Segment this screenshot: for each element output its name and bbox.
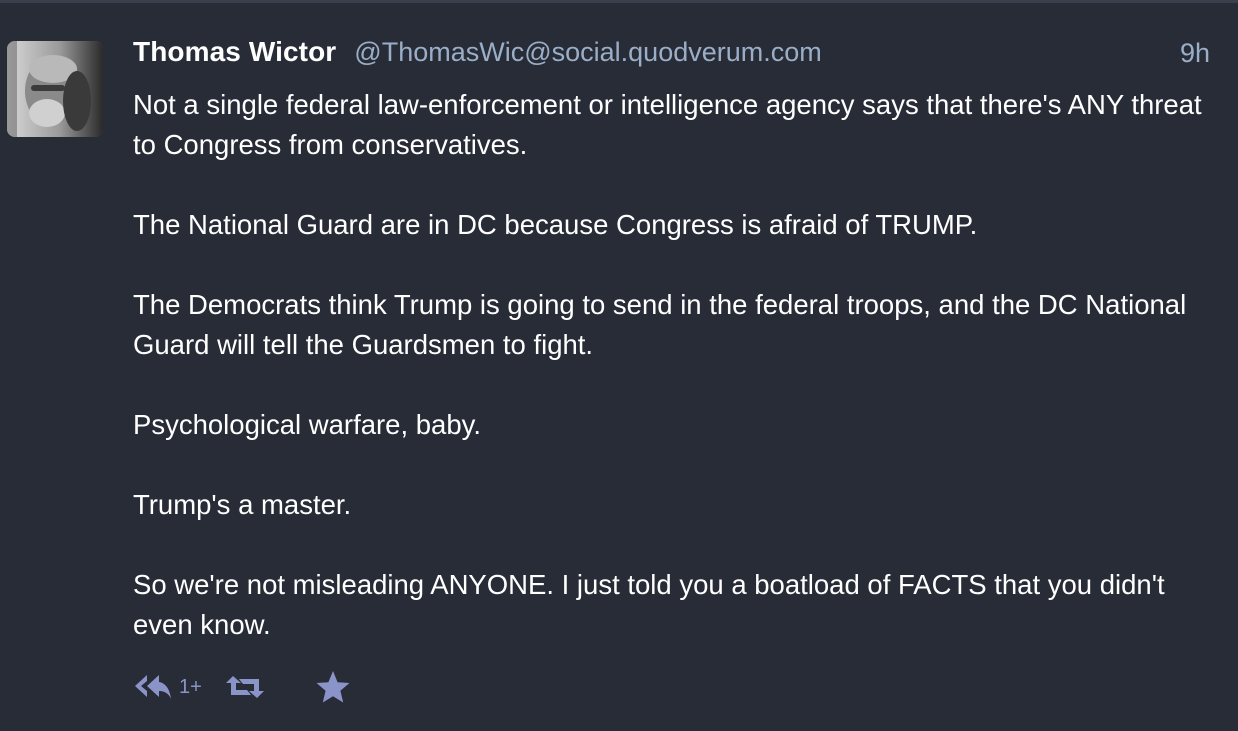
status-card[interactable]: Thomas Wictor @ThomasWic@social.quodverum…	[0, 3, 1238, 731]
star-icon	[316, 671, 350, 703]
status-content: Not a single federal law-enforcement or …	[133, 85, 1223, 645]
paragraph: The National Guard are in DC because Con…	[133, 209, 978, 240]
favourite-button[interactable]	[315, 670, 351, 704]
paragraph: Trump's a master.	[133, 489, 352, 520]
paragraph: Not a single federal law-enforcement or …	[133, 89, 1202, 160]
boost-button[interactable]	[225, 671, 315, 703]
paragraph: So we're not misleading ANYONE. I just t…	[133, 569, 1165, 640]
avatar-image	[7, 41, 103, 137]
paragraph: The Democrats think Trump is going to se…	[133, 289, 1187, 360]
reply-button[interactable]: 1+	[133, 671, 225, 703]
avatar[interactable]	[7, 41, 103, 137]
paragraph: Psychological warfare, baby.	[133, 409, 481, 440]
relative-time[interactable]: 9h	[1180, 38, 1210, 69]
reply-all-icon	[135, 675, 171, 699]
retweet-icon	[226, 676, 264, 698]
reply-count: 1+	[179, 675, 202, 698]
status-header: Thomas Wictor @ThomasWic@social.quodverum…	[133, 36, 1213, 76]
account-handle[interactable]: @ThomasWic@social.quodverum.com	[354, 37, 821, 67]
action-bar: 1+	[133, 667, 351, 707]
display-name[interactable]: Thomas Wictor	[133, 36, 336, 67]
